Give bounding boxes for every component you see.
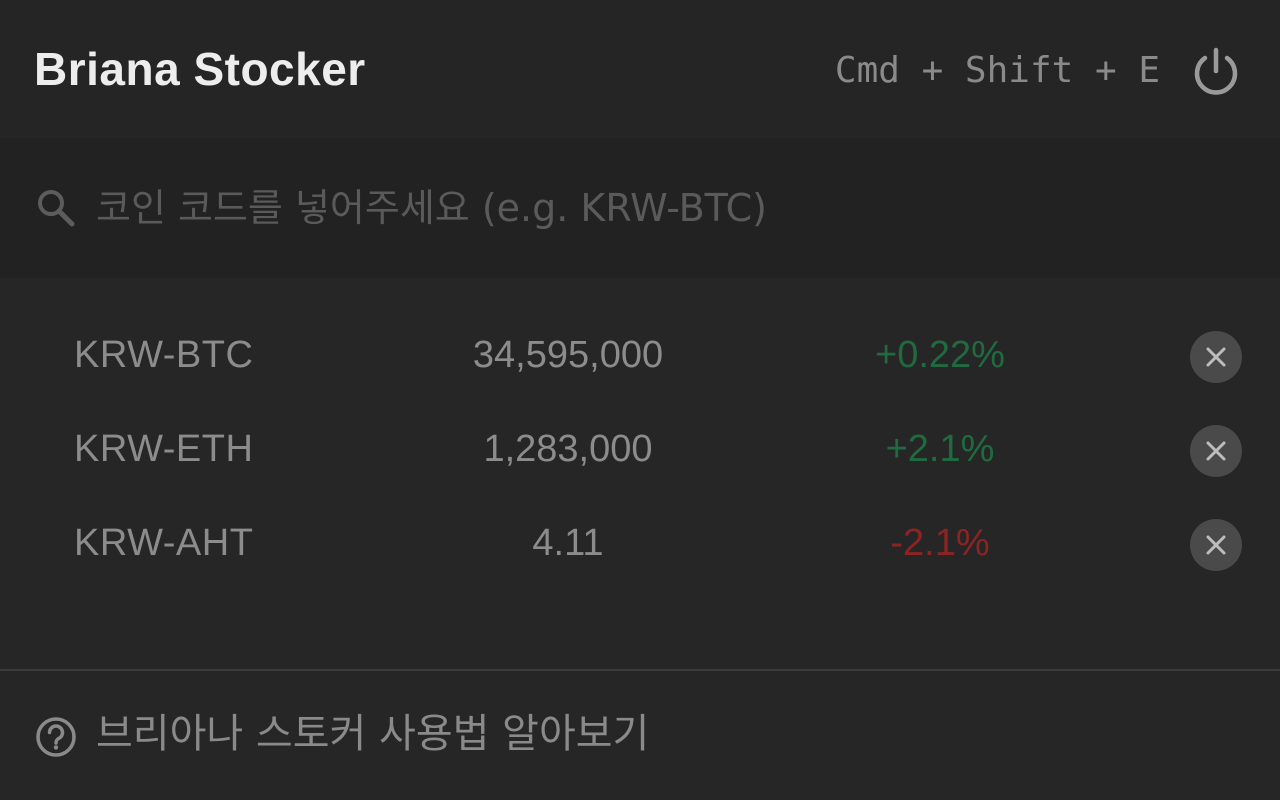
- shortcut-hint: Cmd + Shift + E: [834, 50, 1160, 91]
- coin-row: KRW-ETH 1,283,000 +2.1%: [0, 404, 1280, 494]
- coin-change: -2.1%: [890, 522, 990, 564]
- coin-price: 1,283,000: [483, 428, 653, 470]
- header: Briana Stocker Cmd + Shift + E: [0, 0, 1280, 138]
- stocker-app: Briana Stocker Cmd + Shift + E KRW-BTC 3…: [0, 0, 1280, 800]
- coin-row: KRW-BTC 34,595,000 +0.22%: [0, 310, 1280, 400]
- power-icon: [1194, 47, 1238, 95]
- coin-row: KRW-AHT 4.11 -2.1%: [0, 498, 1280, 588]
- coin-price: 34,595,000: [472, 334, 664, 376]
- coin-price: 4.11: [532, 522, 604, 564]
- coin-search-input[interactable]: [96, 180, 1236, 236]
- remove-coin-button[interactable]: [1190, 425, 1242, 477]
- coin-change: +0.22%: [875, 334, 1005, 376]
- help-link-label: 브리아나 스토커 사용법 알아보기: [96, 711, 650, 757]
- help-link[interactable]: 브리아나 스토커 사용법 알아보기: [0, 671, 1280, 800]
- close-icon: [1206, 347, 1226, 367]
- remove-coin-button[interactable]: [1190, 519, 1242, 571]
- close-icon: [1206, 441, 1226, 461]
- coin-list: KRW-BTC 34,595,000 +0.22% KRW-ETH 1,283,…: [0, 278, 1280, 670]
- coin-code: KRW-BTC: [74, 334, 254, 376]
- remove-coin-button[interactable]: [1190, 331, 1242, 383]
- search-bar: [0, 138, 1280, 278]
- coin-change: +2.1%: [885, 428, 995, 470]
- close-icon: [1206, 535, 1226, 555]
- app-title: Briana Stocker: [34, 43, 366, 95]
- coin-code: KRW-AHT: [74, 522, 254, 564]
- question-circle-icon: [36, 717, 76, 757]
- search-icon: [38, 190, 75, 227]
- power-button[interactable]: [1188, 44, 1244, 100]
- coin-code: KRW-ETH: [74, 428, 254, 470]
